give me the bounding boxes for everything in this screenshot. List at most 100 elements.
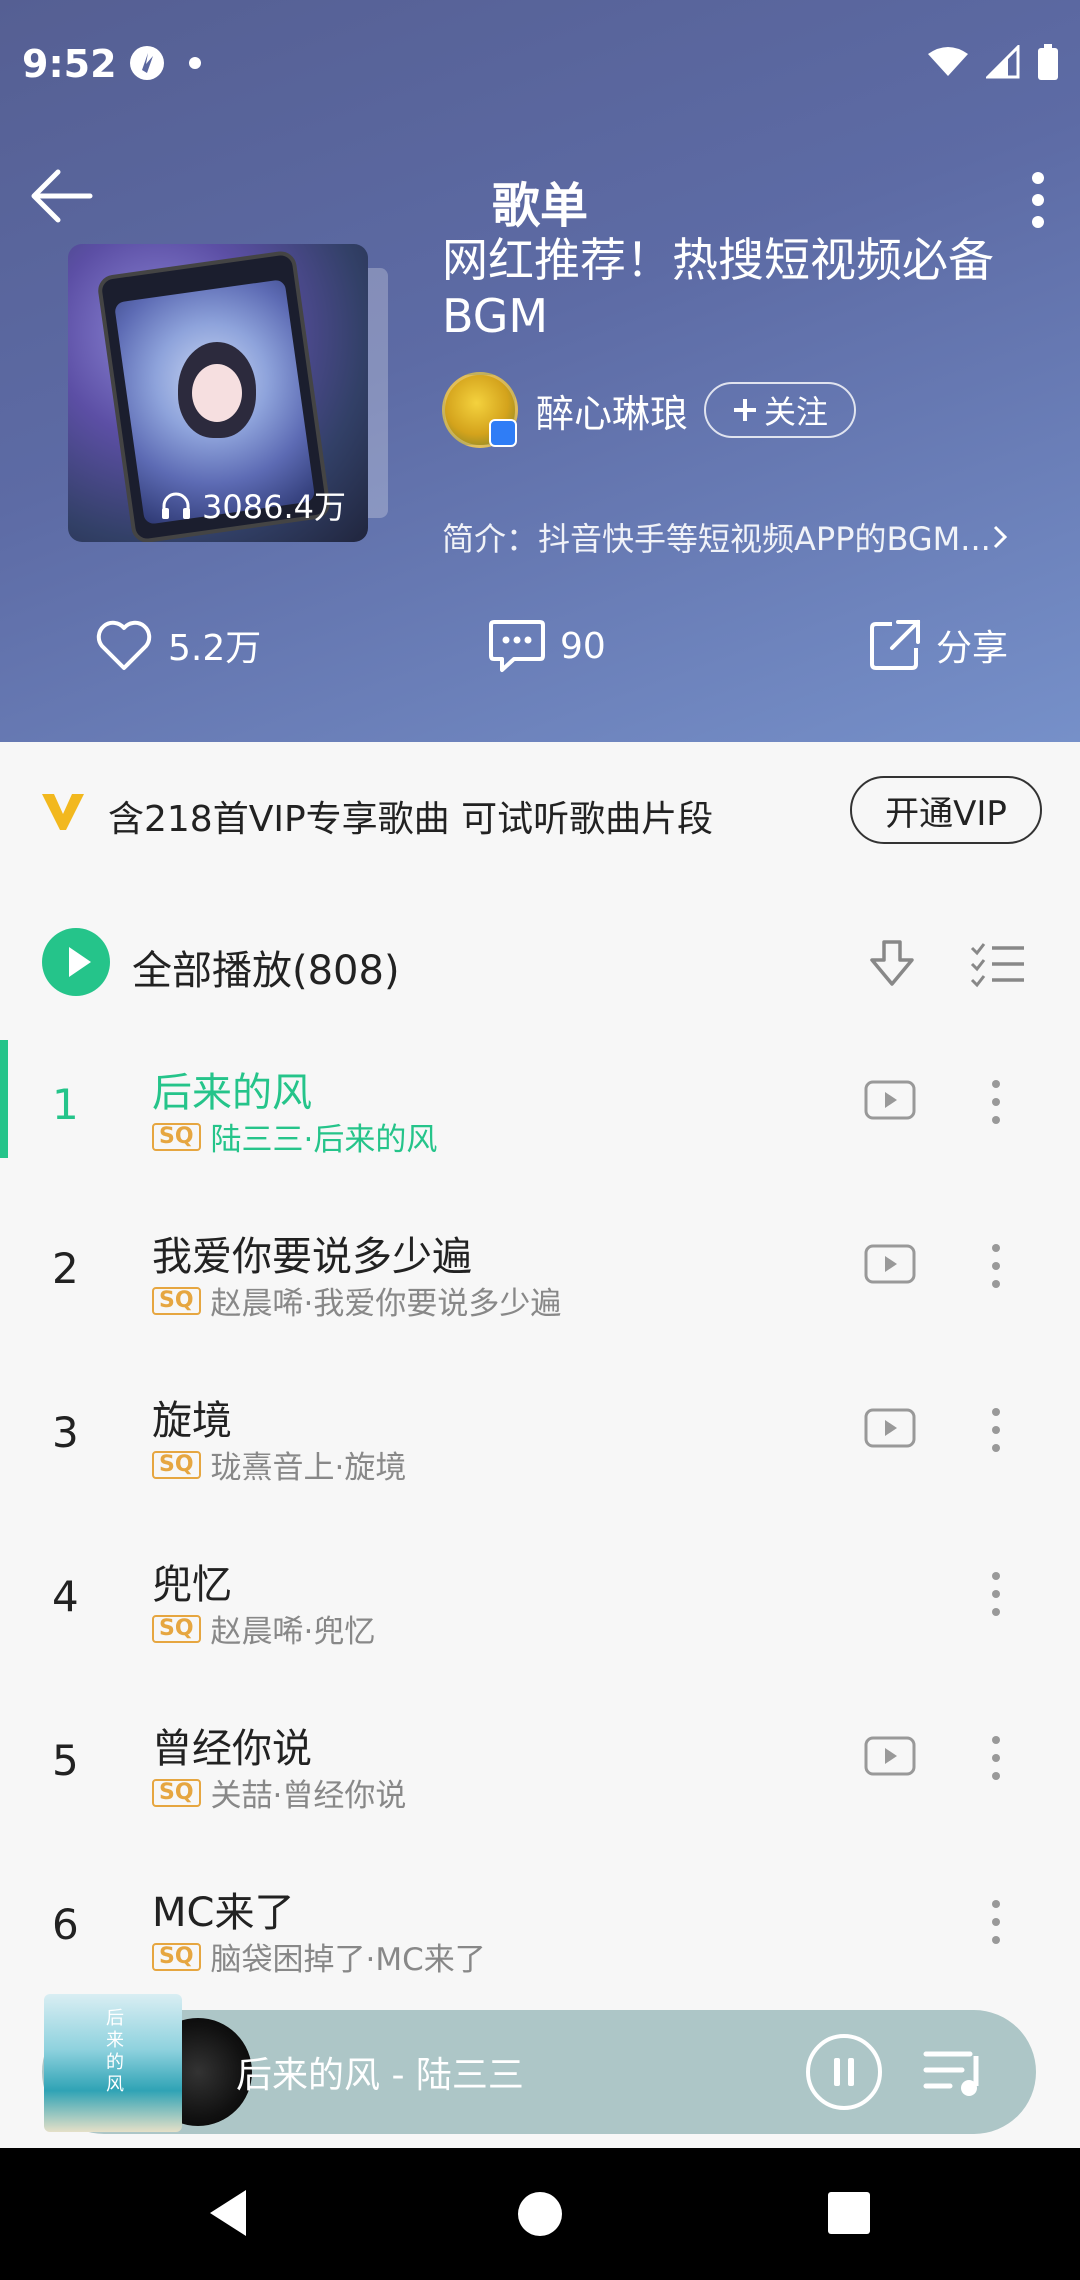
cover-image: 3086.4万 — [68, 244, 368, 542]
mini-player[interactable]: 后来的风 后来的风 - 陆三三 — [42, 1994, 1036, 2134]
song-subtitle: SQ 关喆·曾经你说 — [152, 1770, 406, 1815]
comment-button[interactable]: 90 — [488, 618, 606, 674]
album-art-text: 后来的风 — [103, 2008, 124, 2096]
song-artist: 脑袋困掉了·MC来了 — [210, 1942, 486, 1978]
song-subtitle: SQ 脑袋困掉了·MC来了 — [152, 1934, 486, 1979]
sq-badge: SQ — [152, 1778, 201, 1807]
list-item[interactable]: 4 兜忆 SQ 赵晨唏·兜忆 — [0, 1532, 1080, 1696]
song-subtitle: SQ 陆三三·后来的风 — [152, 1114, 437, 1159]
sq-badge: SQ — [152, 1450, 201, 1479]
more-vertical-icon[interactable] — [984, 1898, 1008, 1946]
song-artist: 赵晨唏·我爱你要说多少遍 — [210, 1286, 562, 1322]
song-subtitle: SQ 赵晨唏·我爱你要说多少遍 — [152, 1278, 561, 1323]
intro-text: 简介：抖音快手等短视频APP的BGM... — [442, 520, 991, 558]
song-title: 我爱你要说多少遍 — [152, 1234, 472, 1280]
heart-icon — [96, 620, 152, 670]
playlist-title: 网红推荐！热搜短视频必备BGM — [442, 233, 994, 343]
mv-icon[interactable] — [864, 1080, 916, 1120]
playlist-header: 9:52 歌单 3086.4万 网红推荐！热搜短视频必备BGM 醉心琳琅 关注 … — [0, 0, 1080, 742]
song-title: MC来了 — [152, 1890, 295, 1936]
multi-select-icon[interactable] — [970, 940, 1026, 988]
song-number: 5 — [52, 1736, 79, 1785]
mv-icon[interactable] — [864, 1244, 916, 1284]
play-all-row: 全部播放(808) — [0, 904, 1080, 1024]
comment-count: 90 — [560, 625, 606, 667]
more-vertical-icon[interactable] — [984, 1078, 1008, 1126]
more-vertical-icon[interactable] — [984, 1570, 1008, 1618]
battery-icon — [1038, 44, 1058, 80]
list-item[interactable]: 3 旋境 SQ 珑熹音上·旋境 — [0, 1368, 1080, 1532]
like-count: 5.2万 — [168, 628, 262, 669]
wifi-icon — [928, 47, 968, 76]
mv-icon[interactable] — [864, 1736, 916, 1776]
nav-recents-icon[interactable] — [828, 2192, 870, 2234]
dot-icon — [189, 57, 201, 69]
play-count: 3086.4万 — [160, 482, 346, 528]
vip-text: 含218首VIP专享歌曲 可试听歌曲片段 — [108, 799, 714, 840]
follow-button[interactable]: 关注 — [704, 382, 857, 438]
song-artist: 赵晨唏·兜忆 — [210, 1614, 376, 1650]
download-icon[interactable] — [866, 938, 918, 990]
sq-badge: SQ — [152, 1942, 201, 1971]
headphones-icon — [162, 492, 190, 519]
more-vertical-icon[interactable] — [984, 1242, 1008, 1290]
avatar[interactable] — [442, 372, 518, 448]
share-button[interactable]: 分享 — [868, 618, 1008, 672]
vip-banner: 含218首VIP专享歌曲 可试听歌曲片段 开通VIP — [0, 742, 1080, 882]
list-item[interactable]: 2 我爱你要说多少遍 SQ 赵晨唏·我爱你要说多少遍 — [0, 1204, 1080, 1368]
song-title: 曾经你说 — [152, 1726, 312, 1772]
song-number: 6 — [52, 1900, 79, 1949]
signal-icon — [986, 45, 1020, 79]
song-number: 4 — [52, 1572, 79, 1621]
status-time: 9:52 — [22, 42, 117, 86]
play-all-icon[interactable] — [42, 928, 110, 996]
creator-name[interactable]: 醉心琳琅 — [536, 383, 688, 438]
cover-stack-edge — [368, 268, 388, 518]
app-notification-icon — [130, 46, 164, 80]
list-item[interactable]: 1 后来的风 SQ 陆三三·后来的风 — [0, 1040, 1080, 1204]
playlist-cover[interactable]: 3086.4万 — [68, 244, 388, 542]
sq-badge: SQ — [152, 1286, 201, 1315]
vip-v-icon — [42, 794, 84, 830]
song-subtitle: SQ 珑熹音上·旋境 — [152, 1442, 406, 1487]
playlist-queue-icon[interactable] — [922, 2040, 986, 2104]
song-title: 旋境 — [152, 1398, 232, 1444]
play-all-label[interactable]: 全部播放(808) — [132, 938, 400, 996]
song-title: 后来的风 — [152, 1070, 312, 1116]
mini-player-album-art[interactable]: 后来的风 — [44, 1994, 182, 2132]
song-list: 1 后来的风 SQ 陆三三·后来的风 2 我爱你要说多少遍 SQ 赵晨唏·我爱你要说… — [0, 1040, 1080, 2024]
status-bar: 9:52 — [0, 0, 1080, 138]
sq-badge: SQ — [152, 1122, 201, 1151]
open-vip-button[interactable]: 开通VIP — [850, 776, 1042, 844]
song-artist: 关喆·曾经你说 — [210, 1778, 407, 1814]
sq-badge: SQ — [152, 1614, 201, 1643]
pause-icon[interactable] — [804, 2032, 884, 2112]
song-number: 1 — [52, 1080, 79, 1129]
playlist-intro[interactable]: 简介：抖音快手等短视频APP的BGM... — [442, 514, 1022, 560]
action-bar: 5.2万 90 分享 — [0, 618, 1080, 688]
more-vertical-icon[interactable] — [984, 1406, 1008, 1454]
song-artist: 陆三三·后来的风 — [210, 1122, 438, 1158]
list-item[interactable]: 5 曾经你说 SQ 关喆·曾经你说 — [0, 1696, 1080, 1860]
more-vertical-icon[interactable] — [1026, 170, 1050, 230]
page-title: 歌单 — [491, 178, 588, 234]
song-title: 兜忆 — [152, 1562, 232, 1608]
mv-icon[interactable] — [864, 1408, 916, 1448]
chevron-right-icon — [993, 525, 1007, 549]
share-label: 分享 — [936, 628, 1009, 669]
plus-icon — [734, 399, 757, 421]
song-number: 2 — [52, 1244, 79, 1293]
nav-back-icon[interactable] — [206, 2188, 250, 2238]
verified-badge-icon — [489, 419, 517, 447]
song-artist: 珑熹音上·旋境 — [210, 1450, 407, 1486]
song-subtitle: SQ 赵晨唏·兜忆 — [152, 1606, 375, 1651]
comment-icon — [489, 620, 545, 672]
creator-row: 醉心琳琅 关注 — [442, 372, 857, 448]
system-nav-bar — [0, 2148, 1080, 2280]
like-button[interactable]: 5.2万 — [94, 618, 261, 672]
nav-home-icon[interactable] — [518, 2192, 562, 2236]
more-vertical-icon[interactable] — [984, 1734, 1008, 1782]
song-number: 3 — [52, 1408, 79, 1457]
now-playing-title: 后来的风 - 陆三三 — [236, 2055, 524, 2096]
play-count-value: 3086.4万 — [202, 488, 346, 526]
